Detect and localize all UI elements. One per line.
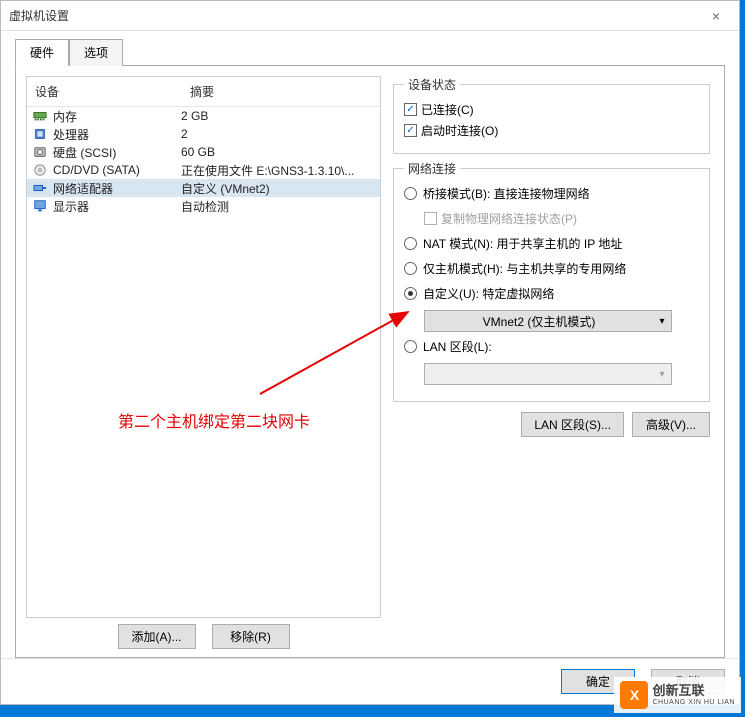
device-summary: 正在使用文件 E:\GNS3-1.3.10\... bbox=[181, 162, 380, 179]
col-summary[interactable]: 摘要 bbox=[182, 77, 380, 106]
replicate-checkbox bbox=[424, 212, 437, 225]
display-icon bbox=[31, 198, 49, 214]
device-name: 内存 bbox=[53, 108, 181, 125]
radio-hostonly[interactable] bbox=[404, 262, 417, 275]
connected-label: 已连接(C) bbox=[421, 101, 474, 118]
device-row-cd[interactable]: CD/DVD (SATA)正在使用文件 E:\GNS3-1.3.10\... bbox=[27, 161, 380, 179]
device-name: 硬盘 (SCSI) bbox=[53, 144, 181, 161]
cd-icon bbox=[31, 162, 49, 178]
device-summary: 60 GB bbox=[181, 145, 380, 159]
custom-network-dropdown[interactable]: VMnet2 (仅主机模式) ▾ bbox=[424, 310, 672, 332]
tab-hardware[interactable]: 硬件 bbox=[15, 39, 69, 66]
device-name: CD/DVD (SATA) bbox=[53, 163, 181, 177]
window-title: 虚拟机设置 bbox=[9, 7, 701, 24]
cpu-icon bbox=[31, 126, 49, 142]
radio-lan-segment[interactable] bbox=[404, 340, 417, 353]
tab-strip: 硬件 选项 bbox=[15, 39, 725, 66]
radio-nat-label: NAT 模式(N): 用于共享主机的 IP 地址 bbox=[423, 235, 622, 252]
network-connection-legend: 网络连接 bbox=[404, 160, 460, 177]
connect-at-poweron-label: 启动时连接(O) bbox=[421, 122, 498, 139]
device-list: 设备 摘要 内存2 GB处理器2硬盘 (SCSI)60 GBCD/DVD (SA… bbox=[26, 76, 381, 618]
titlebar: 虚拟机设置 × bbox=[1, 1, 739, 31]
tab-options[interactable]: 选项 bbox=[69, 39, 123, 66]
connected-checkbox[interactable] bbox=[404, 103, 417, 116]
device-summary: 2 bbox=[181, 127, 380, 141]
lan-segments-button[interactable]: LAN 区段(S)... bbox=[521, 412, 624, 437]
lan-segment-dropdown: ▾ bbox=[424, 363, 672, 385]
add-button[interactable]: 添加(A)... bbox=[118, 624, 196, 649]
network-connection-group: 网络连接 桥接模式(B): 直接连接物理网络 复制物理网络连接状态(P) NAT… bbox=[393, 160, 710, 402]
device-name: 处理器 bbox=[53, 126, 181, 143]
brand-name: 创新互联 bbox=[652, 683, 735, 699]
device-row-net[interactable]: 网络适配器自定义 (VMnet2) bbox=[27, 179, 380, 197]
memory-icon bbox=[31, 108, 49, 124]
radio-nat[interactable] bbox=[404, 237, 417, 250]
connect-at-poweron-checkbox[interactable] bbox=[404, 124, 417, 137]
radio-hostonly-label: 仅主机模式(H): 与主机共享的专用网络 bbox=[423, 260, 626, 277]
device-row-cpu[interactable]: 处理器2 bbox=[27, 125, 380, 143]
device-row-display[interactable]: 显示器自动检测 bbox=[27, 197, 380, 215]
device-status-group: 设备状态 已连接(C) 启动时连接(O) bbox=[393, 76, 710, 154]
close-icon[interactable]: × bbox=[701, 8, 731, 24]
device-summary: 2 GB bbox=[181, 109, 380, 123]
brand-icon: X bbox=[620, 681, 648, 709]
chevron-down-icon: ▾ bbox=[653, 369, 671, 380]
radio-bridged[interactable] bbox=[404, 187, 417, 200]
disk-icon bbox=[31, 144, 49, 160]
chevron-down-icon: ▾ bbox=[653, 316, 671, 327]
custom-network-value: VMnet2 (仅主机模式) bbox=[425, 313, 653, 330]
device-name: 显示器 bbox=[53, 198, 181, 215]
list-header: 设备 摘要 bbox=[27, 77, 380, 107]
remove-button[interactable]: 移除(R) bbox=[212, 624, 290, 649]
radio-lan-label: LAN 区段(L): bbox=[423, 338, 492, 355]
device-row-disk[interactable]: 硬盘 (SCSI)60 GB bbox=[27, 143, 380, 161]
device-summary: 自定义 (VMnet2) bbox=[181, 180, 380, 197]
replicate-label: 复制物理网络连接状态(P) bbox=[441, 210, 577, 227]
brand-watermark: X 创新互联 CHUANG XIN HU LIAN bbox=[614, 677, 741, 713]
device-status-legend: 设备状态 bbox=[404, 76, 460, 93]
radio-bridged-label: 桥接模式(B): 直接连接物理网络 bbox=[423, 185, 590, 202]
net-icon bbox=[31, 180, 49, 196]
col-device[interactable]: 设备 bbox=[27, 77, 182, 106]
device-summary: 自动检测 bbox=[181, 198, 380, 215]
advanced-button[interactable]: 高级(V)... bbox=[632, 412, 710, 437]
radio-custom-label: 自定义(U): 特定虚拟网络 bbox=[423, 285, 554, 302]
device-name: 网络适配器 bbox=[53, 180, 181, 197]
brand-sub: CHUANG XIN HU LIAN bbox=[652, 699, 735, 707]
radio-custom[interactable] bbox=[404, 287, 417, 300]
device-row-memory[interactable]: 内存2 GB bbox=[27, 107, 380, 125]
tab-panel-hardware: 设备 摘要 内存2 GB处理器2硬盘 (SCSI)60 GBCD/DVD (SA… bbox=[15, 65, 725, 658]
annotation-text: 第二个主机绑定第二块网卡 bbox=[118, 408, 310, 432]
